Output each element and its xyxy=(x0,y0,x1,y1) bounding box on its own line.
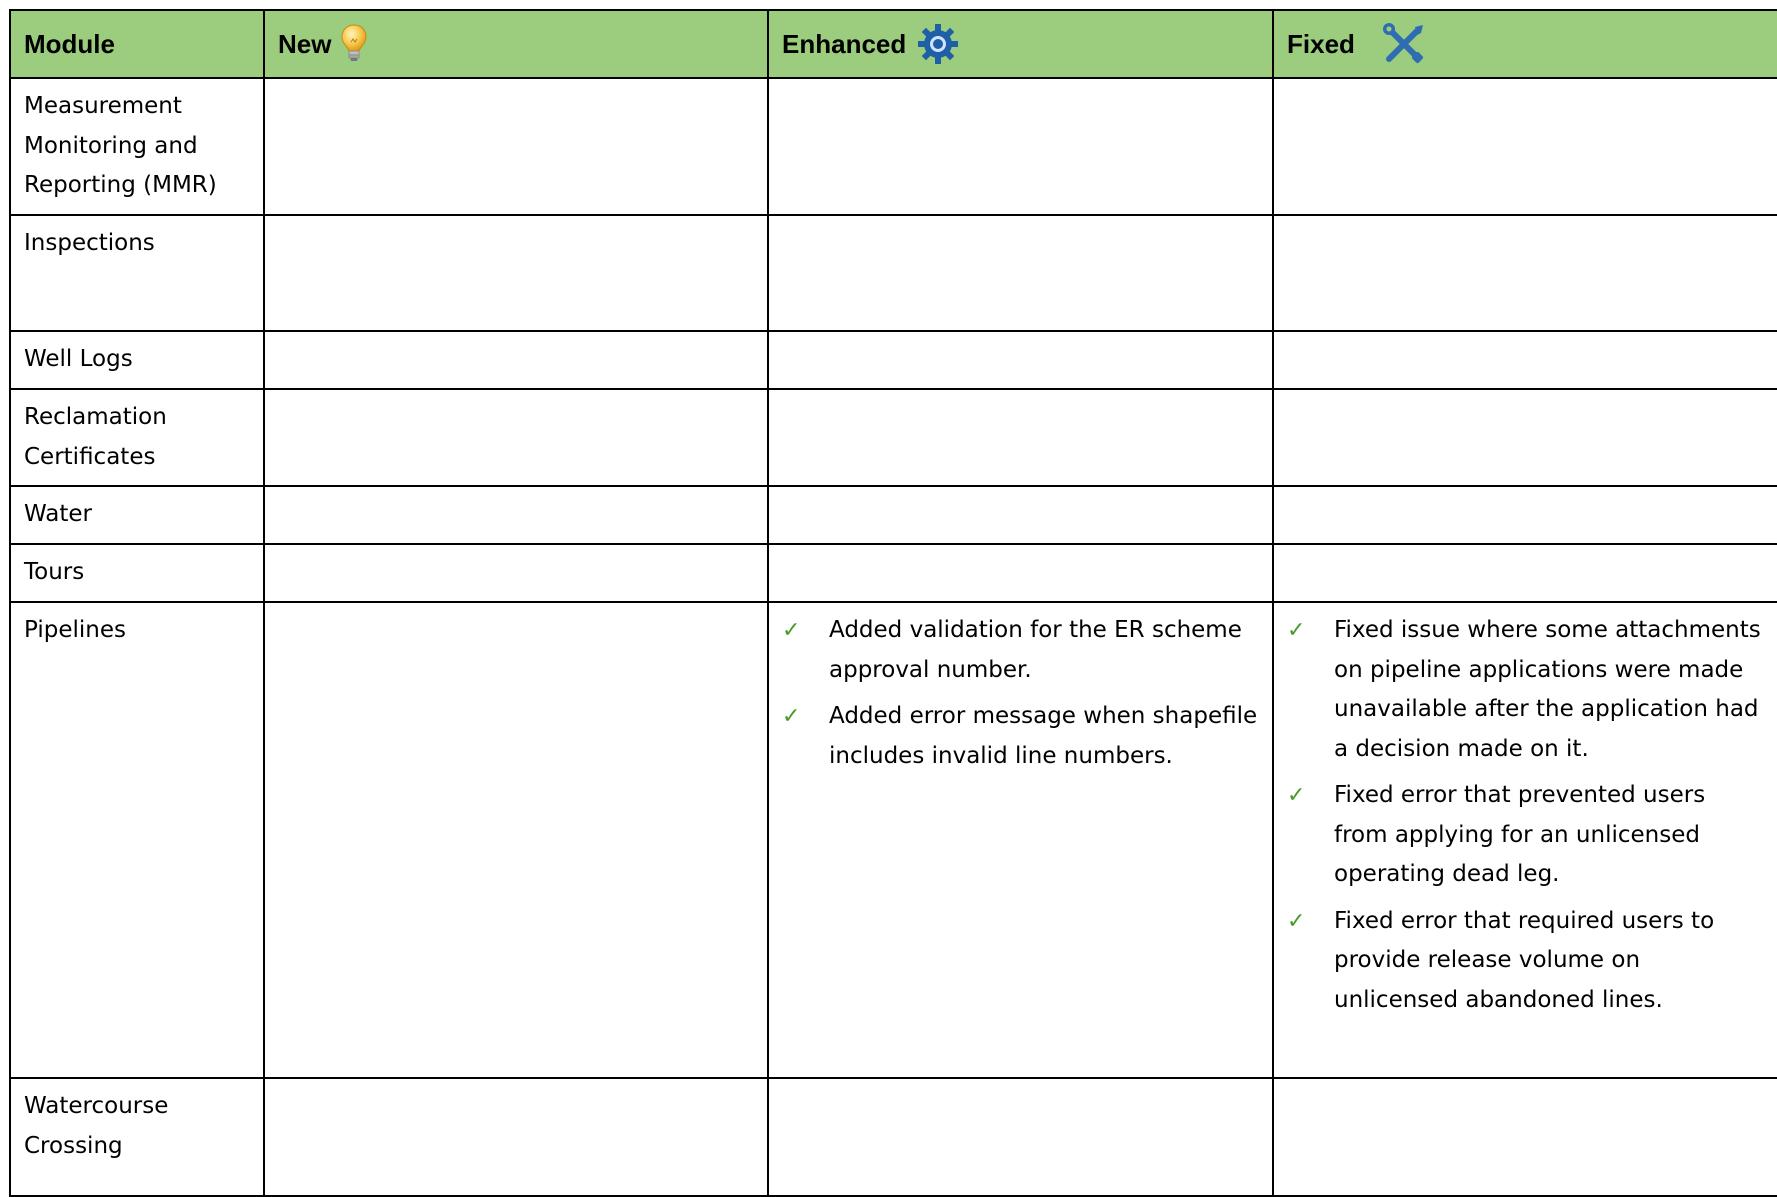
enhanced-cell xyxy=(767,77,1274,216)
module-cell: Measurement Monitoring and Reporting (MM… xyxy=(9,77,265,216)
module-cell: Pipelines xyxy=(9,601,265,1079)
release-notes-table-wrapper: Module New Enhanced Fixed Measurement Mo… xyxy=(9,9,1777,1197)
module-cell: Water xyxy=(9,485,265,545)
module-name: Watercourse Crossing xyxy=(24,1093,169,1159)
enhanced-cell xyxy=(767,543,1274,603)
enhanced-cell xyxy=(767,485,1274,545)
header-fixed-label: Fixed xyxy=(1287,28,1355,59)
fixed-cell xyxy=(1272,330,1777,390)
table-row-tours: Tours xyxy=(9,543,1777,603)
list-item: ✓ Fixed error that prevented users from a… xyxy=(1287,776,1765,895)
new-cell xyxy=(263,485,769,545)
new-cell xyxy=(263,388,769,487)
module-name: Inspections xyxy=(24,230,155,256)
table-row-pipelines: Pipelines ✓ Added validation for the ER sc… xyxy=(9,601,1777,1079)
module-name: Pipelines xyxy=(24,617,126,643)
list-item-text: Added error message when shapefile inclu… xyxy=(829,703,1258,769)
checkmark-icon: ✓ xyxy=(1287,908,1306,934)
list-item: ✓ Added validation for the ER scheme appr… xyxy=(782,611,1260,690)
header-row: Module New Enhanced Fixed xyxy=(9,9,1777,79)
module-name: Tours xyxy=(24,559,85,585)
module-name: Well Logs xyxy=(24,346,133,372)
checkmark-icon: ✓ xyxy=(782,704,801,729)
fixed-cell xyxy=(1272,1077,1777,1197)
new-cell xyxy=(263,1077,769,1197)
module-name: Measurement Monitoring and Reporting (MM… xyxy=(24,93,217,198)
enhanced-cell xyxy=(767,388,1274,487)
list-item-text: Fixed error that required users to provi… xyxy=(1334,907,1715,1013)
table-row-watercourse-crossing: Watercourse Crossing xyxy=(9,1077,1777,1197)
enhanced-cell: ✓ Added validation for the ER scheme appr… xyxy=(767,601,1274,1079)
module-cell: Inspections xyxy=(9,214,265,332)
module-cell: Well Logs xyxy=(9,330,265,390)
gear-icon xyxy=(916,22,960,66)
enhanced-list: ✓ Added validation for the ER scheme appr… xyxy=(782,611,1260,776)
module-cell: Tours xyxy=(9,543,265,603)
module-cell: Reclamation Certificates xyxy=(9,388,265,487)
release-notes-table: Module New Enhanced Fixed Measurement Mo… xyxy=(9,9,1777,1197)
fixed-cell xyxy=(1272,543,1777,603)
header-new-label: New xyxy=(278,28,332,59)
table-row-inspections: Inspections xyxy=(9,214,1777,332)
new-cell xyxy=(263,77,769,216)
checkmark-icon: ✓ xyxy=(1287,618,1306,643)
header-module: Module xyxy=(9,9,265,79)
list-item-text: Fixed issue where some attachments on pi… xyxy=(1334,617,1761,762)
enhanced-cell xyxy=(767,330,1274,390)
table-row-water: Water xyxy=(9,485,1777,545)
fixed-cell xyxy=(1272,214,1777,332)
new-cell xyxy=(263,601,769,1079)
module-cell: Watercourse Crossing xyxy=(9,1077,265,1197)
table-row-reclamation-certificates: Reclamation Certificates xyxy=(9,388,1777,487)
header-module-label: Module xyxy=(24,28,115,59)
list-item: ✓ Added error message when shapefile incl… xyxy=(782,697,1260,776)
new-cell xyxy=(263,214,769,332)
header-enhanced: Enhanced xyxy=(767,9,1274,79)
module-name: Reclamation Certificates xyxy=(24,404,167,470)
header-enhanced-label: Enhanced xyxy=(782,28,907,59)
checkmark-icon: ✓ xyxy=(782,618,801,643)
module-name: Water xyxy=(24,501,92,527)
enhanced-cell xyxy=(767,1077,1274,1197)
tools-icon xyxy=(1381,21,1427,67)
enhanced-cell xyxy=(767,214,1274,332)
header-new: New xyxy=(263,9,769,79)
fixed-cell xyxy=(1272,388,1777,487)
list-item-text: Added validation for the ER scheme appro… xyxy=(829,617,1242,683)
fixed-cell xyxy=(1272,77,1777,216)
new-cell xyxy=(263,330,769,390)
header-fixed: Fixed xyxy=(1272,9,1777,79)
list-item-text: Fixed error that prevented users from ap… xyxy=(1334,782,1706,887)
lightbulb-icon xyxy=(341,24,367,64)
table-row-measurement-monitoring-and-reporting-mmr: Measurement Monitoring and Reporting (MM… xyxy=(9,77,1777,216)
table-row-well-logs: Well Logs xyxy=(9,330,1777,390)
new-cell xyxy=(263,543,769,603)
fixed-cell: ✓ Fixed issue where some attachments on p… xyxy=(1272,601,1777,1079)
list-item: ✓ Fixed error that required users to prov… xyxy=(1287,902,1765,1021)
checkmark-icon: ✓ xyxy=(1287,783,1306,808)
list-item: ✓ Fixed issue where some attachments on p… xyxy=(1287,611,1765,769)
fixed-cell xyxy=(1272,485,1777,545)
fixed-list: ✓ Fixed issue where some attachments on p… xyxy=(1287,611,1765,1020)
